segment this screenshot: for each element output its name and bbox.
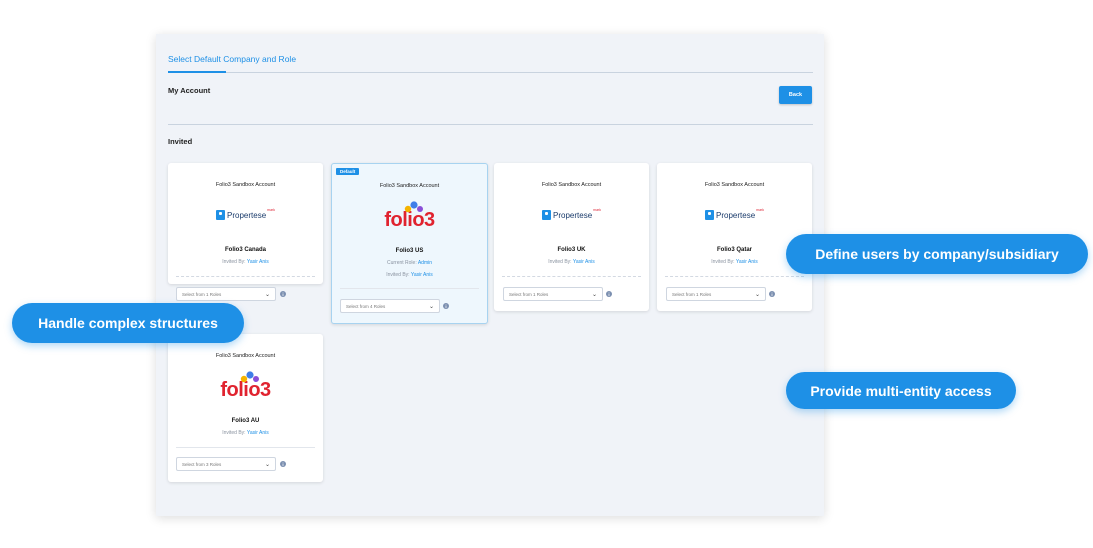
company-name: Folio3 UK <box>557 247 586 253</box>
active-tab-indicator <box>168 71 226 73</box>
company-card-canada[interactable]: Folio3 Sandbox Account Propertese mark Fo… <box>168 163 323 284</box>
folio3-logo: folio3 <box>332 201 487 230</box>
callout-define-users: Define users by company/subsidiary <box>786 234 1088 274</box>
chevron-down-icon: ⌄ <box>754 292 760 298</box>
chevron-down-icon: ⌄ <box>428 304 434 310</box>
tab-divider <box>168 72 813 73</box>
role-select[interactable]: Select from 1 Roles ⌄ <box>666 287 766 301</box>
card-divider <box>340 288 479 289</box>
info-icon[interactable]: i <box>769 291 775 297</box>
account-name: Folio3 Sandbox Account <box>541 182 602 188</box>
info-icon[interactable]: i <box>280 461 286 467</box>
callout-handle-complex: Handle complex structures <box>12 303 244 343</box>
account-name: Folio3 Sandbox Account <box>379 183 440 189</box>
settings-panel: Select Default Company and Role My Accou… <box>156 34 824 516</box>
back-button[interactable]: Back <box>779 86 812 104</box>
info-icon[interactable]: i <box>606 291 612 297</box>
card-divider <box>665 276 804 277</box>
info-icon[interactable]: i <box>443 303 449 309</box>
info-icon[interactable]: i <box>280 291 286 297</box>
company-name: Folio3 AU <box>231 418 260 424</box>
invited-by: Invited By: Yasir Anis <box>222 430 269 436</box>
tab-select-default-company[interactable]: Select Default Company and Role <box>168 54 296 64</box>
propertese-logo: Propertese mark <box>494 208 649 220</box>
chevron-down-icon: ⌄ <box>264 462 270 468</box>
invited-heading: Invited <box>168 137 193 146</box>
card-divider <box>502 276 641 277</box>
invited-by: Invited By: Yasir Anis <box>386 272 433 278</box>
company-name: Folio3 Canada <box>224 247 266 253</box>
role-select[interactable]: Select from 1 Roles ⌄ <box>176 287 276 301</box>
card-divider <box>176 447 315 448</box>
company-name: Folio3 US <box>395 248 424 254</box>
invited-by: Invited By: Yasir Anis <box>548 259 595 265</box>
default-badge: Default <box>336 168 360 175</box>
callout-multi-entity: Provide multi-entity access <box>786 372 1016 409</box>
my-account-heading: My Account <box>168 86 211 95</box>
role-select[interactable]: Select from 1 Roles ⌄ <box>503 287 603 301</box>
account-name: Folio3 Sandbox Account <box>215 182 276 188</box>
current-role: Current Role: Admin <box>386 260 433 266</box>
account-name: Folio3 Sandbox Account <box>215 353 276 359</box>
propertese-logo: Propertese mark <box>657 208 812 220</box>
chevron-down-icon: ⌄ <box>591 292 597 298</box>
section-divider <box>168 124 813 125</box>
role-select[interactable]: Select from 3 Roles ⌄ <box>176 457 276 471</box>
propertese-logo: Propertese mark <box>168 208 323 220</box>
chevron-down-icon: ⌄ <box>264 292 270 298</box>
invited-by: Invited By: Yasir Anis <box>222 259 269 265</box>
card-divider <box>176 276 315 277</box>
role-select[interactable]: Select from 4 Roles ⌄ <box>340 299 440 313</box>
folio3-logo: folio3 <box>168 371 323 400</box>
account-name: Folio3 Sandbox Account <box>704 182 765 188</box>
